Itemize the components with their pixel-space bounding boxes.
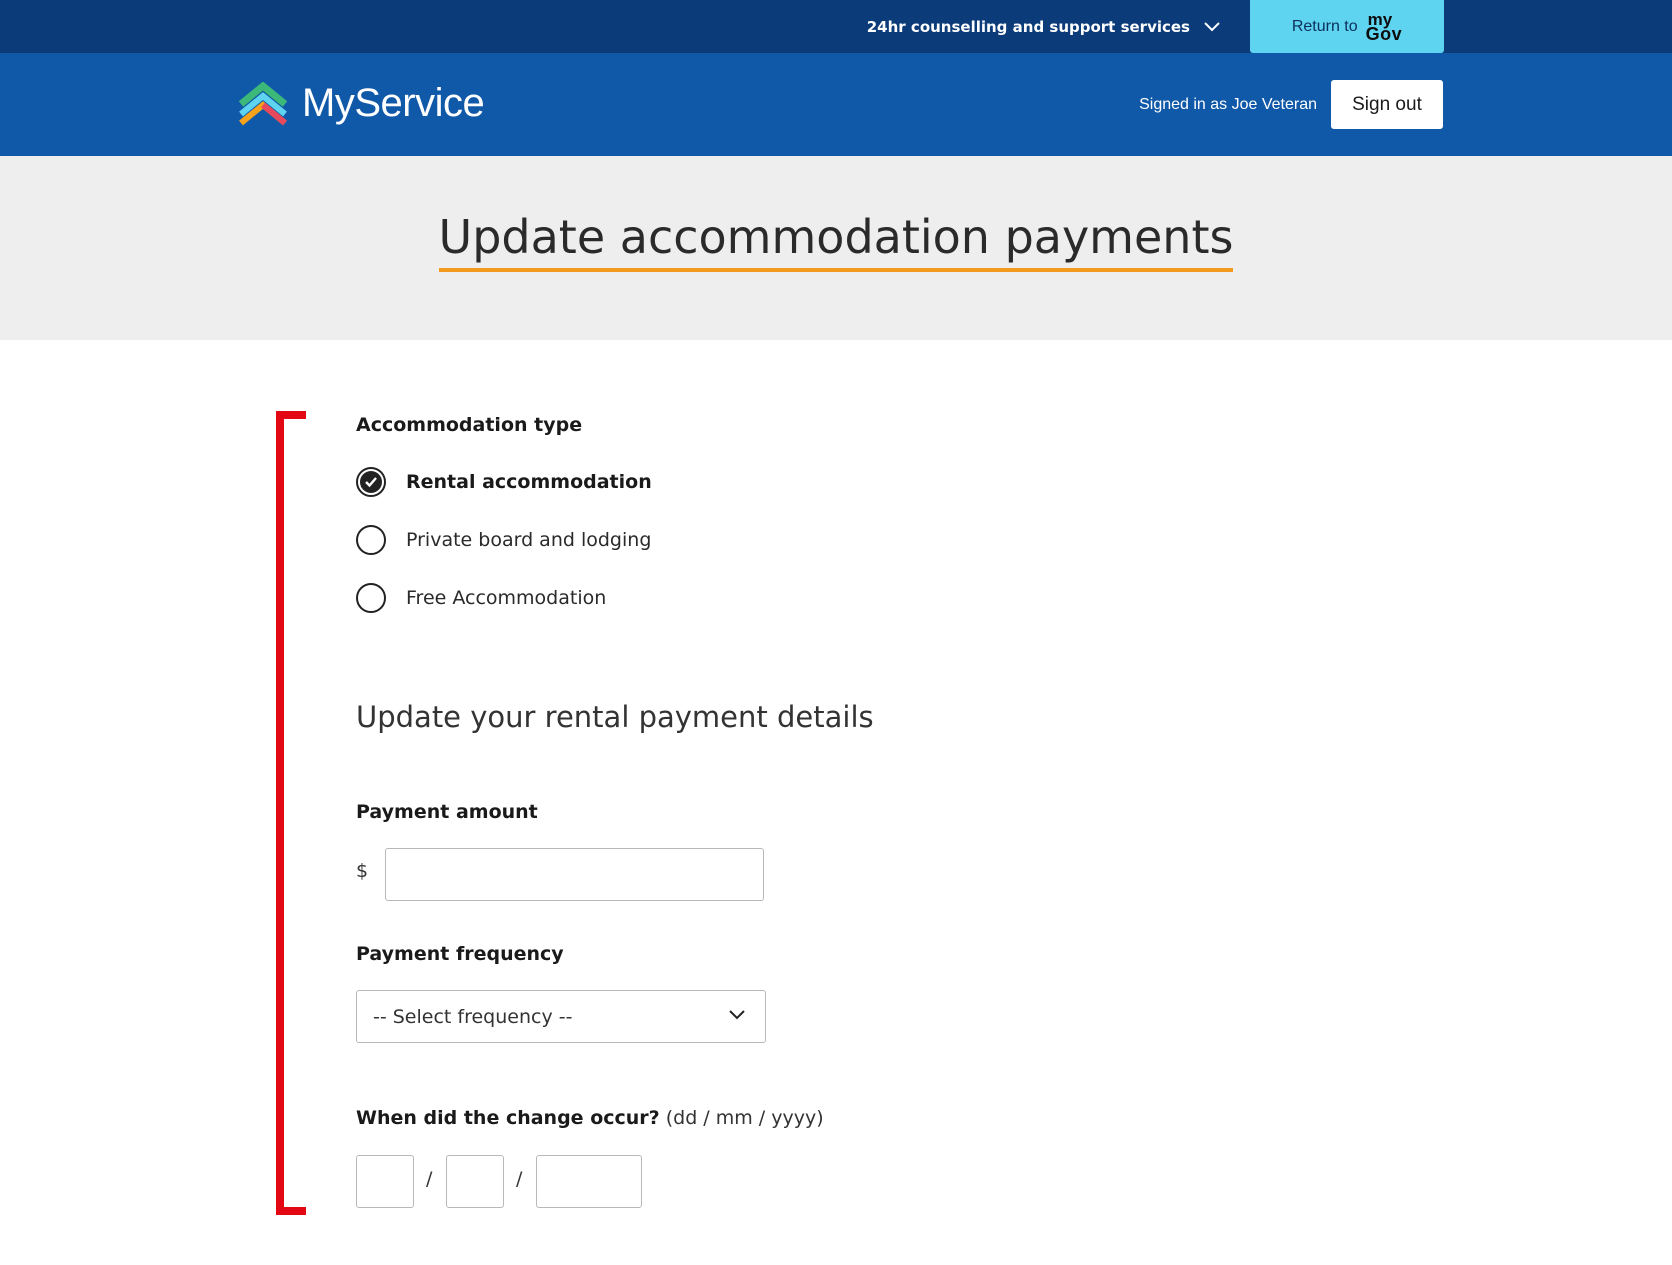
year-input[interactable] bbox=[536, 1155, 642, 1208]
myservice-home-link[interactable]: MyService bbox=[236, 81, 485, 126]
support-services-label: 24hr counselling and support services bbox=[866, 17, 1190, 36]
checkmark-icon bbox=[365, 477, 377, 488]
currency-symbol: $ bbox=[356, 860, 369, 882]
page-title: Update accommodation payments bbox=[438, 210, 1234, 272]
top-utility-bar: 24hr counselling and support services Re… bbox=[0, 0, 1672, 53]
accommodation-type-label: Accommodation type bbox=[356, 414, 583, 436]
return-to-mygov-button[interactable]: Return to my Gov bbox=[1250, 0, 1444, 53]
payment-frequency-value: -- Select frequency -- bbox=[373, 1005, 573, 1028]
site-header: MyService Signed in as Joe Veteran Sign … bbox=[0, 53, 1672, 156]
radio-label: Rental accommodation bbox=[406, 471, 652, 493]
support-services-dropdown[interactable]: 24hr counselling and support services bbox=[867, 0, 1220, 53]
month-input[interactable] bbox=[446, 1155, 504, 1208]
radio-unchecked-icon bbox=[356, 583, 386, 613]
payment-amount-input[interactable] bbox=[385, 848, 764, 901]
payment-frequency-label: Payment frequency bbox=[356, 943, 564, 965]
radio-unchecked-icon bbox=[356, 525, 386, 555]
title-band: Update accommodation payments bbox=[0, 156, 1672, 340]
section-heading: Update your rental payment details bbox=[356, 700, 874, 734]
payment-frequency-select[interactable]: -- Select frequency -- bbox=[356, 990, 766, 1043]
radio-label: Private board and lodging bbox=[406, 529, 652, 551]
radio-free-accommodation[interactable]: Free Accommodation bbox=[356, 583, 606, 613]
radio-rental-accommodation[interactable]: Rental accommodation bbox=[356, 467, 652, 497]
change-date-hint: (dd / mm / yyyy) bbox=[665, 1107, 824, 1129]
highlight-bracket bbox=[276, 411, 306, 1215]
chevron-down-icon bbox=[1204, 21, 1220, 31]
payment-amount-label: Payment amount bbox=[356, 801, 538, 823]
change-date-label-row: When did the change occur? (dd / mm / yy… bbox=[356, 1107, 824, 1129]
signed-in-text: Signed in as Joe Veteran bbox=[1139, 95, 1317, 113]
mygov-logo: my Gov bbox=[1365, 9, 1403, 44]
change-date-label: When did the change occur? bbox=[356, 1107, 660, 1129]
myservice-logo-icon bbox=[238, 81, 288, 125]
sign-out-button[interactable]: Sign out bbox=[1331, 80, 1443, 129]
chevron-down-icon bbox=[729, 1010, 745, 1020]
date-separator: / bbox=[516, 1168, 523, 1190]
date-separator: / bbox=[426, 1168, 433, 1190]
radio-label: Free Accommodation bbox=[406, 587, 607, 609]
radio-checked-icon bbox=[356, 467, 386, 497]
radio-private-board[interactable]: Private board and lodging bbox=[356, 525, 651, 555]
day-input[interactable] bbox=[356, 1155, 414, 1208]
return-to-label: Return to bbox=[1291, 17, 1358, 35]
brand-name: MyService bbox=[302, 81, 485, 125]
